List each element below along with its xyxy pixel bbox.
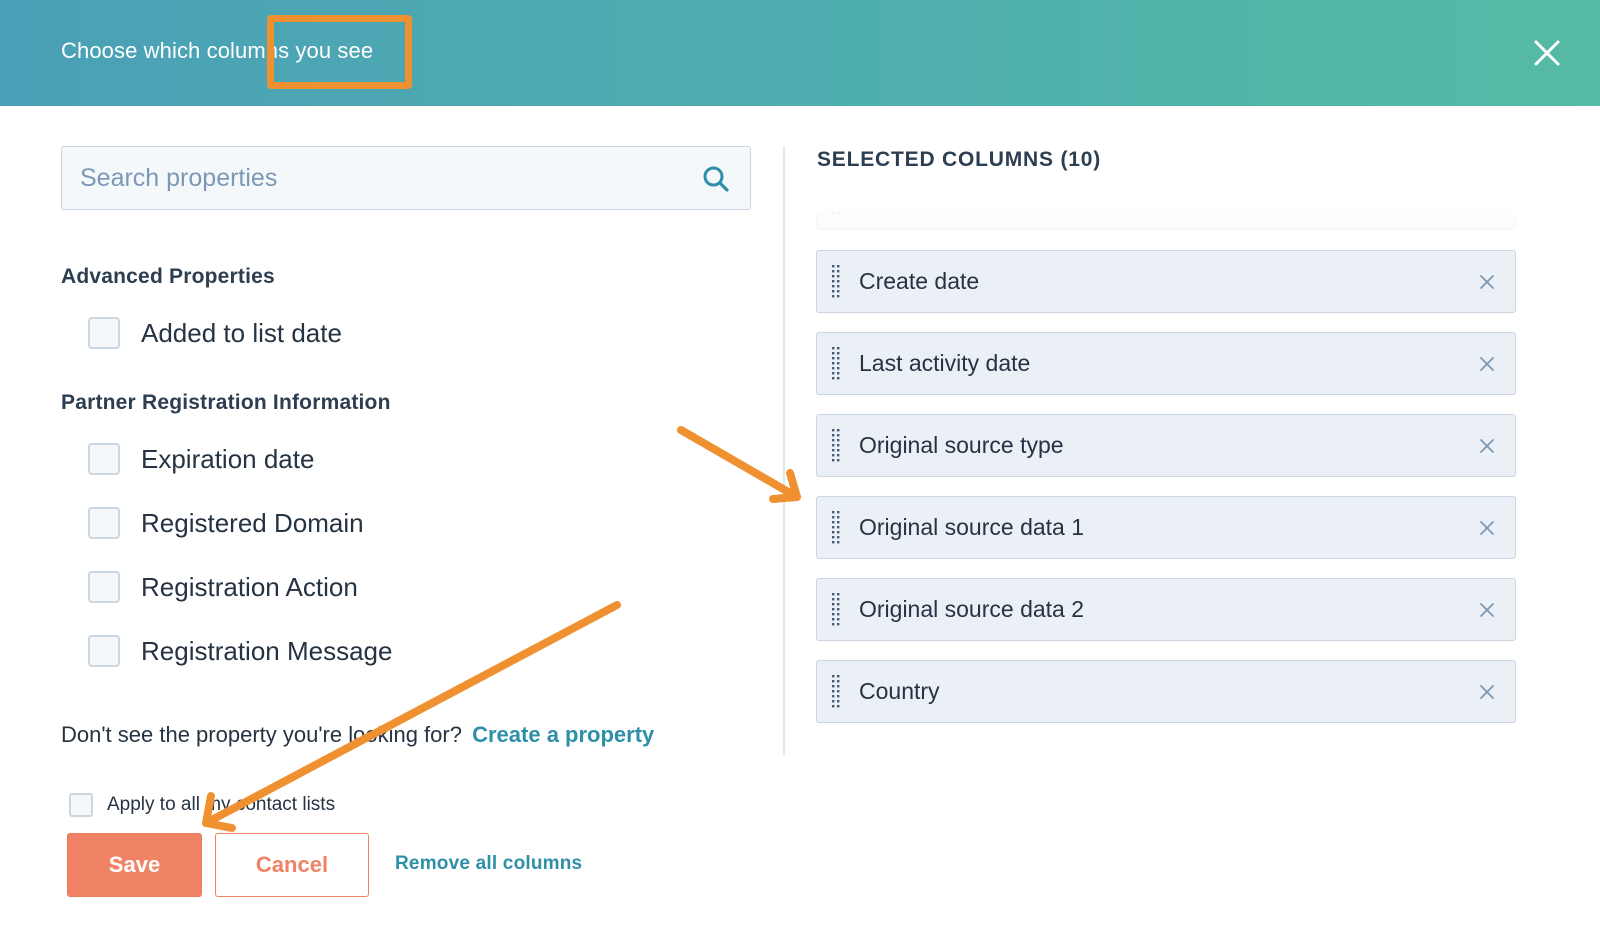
drag-handle-icon[interactable] — [831, 674, 841, 710]
property-label: Registered Domain — [141, 507, 364, 538]
checkbox[interactable] — [88, 317, 120, 349]
group-title-advanced-properties: Advanced Properties — [61, 265, 275, 288]
checkbox[interactable] — [88, 507, 120, 539]
save-button[interactable]: Save — [67, 833, 202, 897]
drag-handle-icon[interactable] — [831, 264, 841, 300]
column-label: Original source data 1 — [859, 514, 1085, 540]
group-title-partner-registration: Partner Registration Information — [61, 391, 391, 414]
drag-handle-icon[interactable] — [831, 510, 841, 546]
property-label: Expiration date — [141, 443, 315, 474]
annotation-arrow-right — [677, 426, 801, 503]
remove-column-icon[interactable] — [1479, 356, 1495, 372]
cancel-button[interactable]: Cancel — [215, 833, 369, 897]
selected-column-item[interactable]: Create date — [816, 250, 1516, 313]
selected-column-item[interactable]: Original source data 2 — [816, 578, 1516, 641]
column-label: Create date — [859, 268, 980, 294]
selected-columns-list[interactable]: Create date Last activity date Original … — [816, 212, 1536, 752]
selected-column-item[interactable]: Original source data 1 — [816, 496, 1516, 559]
property-option[interactable]: Registration Message — [88, 633, 392, 669]
property-label: Registration Action — [141, 571, 358, 602]
remove-column-icon[interactable] — [1479, 520, 1495, 536]
checkbox[interactable] — [88, 635, 120, 667]
remove-all-columns-button[interactable]: Remove all columns — [395, 853, 582, 875]
column-label: Original source data 2 — [859, 596, 1085, 622]
apply-all-lists-option[interactable]: Apply to all my contact lists — [69, 793, 335, 817]
column-label: Last activity date — [859, 350, 1031, 376]
remove-column-icon[interactable] — [1479, 438, 1495, 454]
property-option[interactable]: Expiration date — [88, 441, 314, 477]
dialog-header: Choose which columns you see — [0, 0, 1600, 106]
drag-handle-icon[interactable] — [831, 346, 841, 382]
selected-column-item[interactable]: Last activity date — [816, 332, 1516, 395]
property-option[interactable]: Added to list date — [88, 315, 342, 351]
close-icon — [1534, 40, 1560, 66]
help-text-label: Don't see the property you're looking fo… — [61, 722, 462, 747]
property-label: Added to list date — [141, 317, 342, 348]
create-property-link[interactable]: Create a property — [472, 722, 654, 747]
drag-handle-icon[interactable] — [831, 212, 841, 217]
property-option[interactable]: Registered Domain — [88, 505, 364, 541]
checkbox[interactable] — [88, 571, 120, 603]
panel-divider — [783, 146, 785, 756]
dialog-title: Choose which columns you see — [61, 38, 374, 63]
column-label: Original source type — [859, 432, 1064, 458]
search-icon[interactable] — [702, 165, 730, 193]
selected-column-item[interactable]: Original source type — [816, 414, 1516, 477]
remove-column-icon[interactable] — [1479, 602, 1495, 618]
drag-handle-icon[interactable] — [831, 592, 841, 628]
apply-all-label: Apply to all my contact lists — [107, 794, 336, 815]
property-option[interactable]: Registration Action — [88, 569, 358, 605]
search-box — [61, 146, 751, 210]
selected-column-item-partial[interactable] — [816, 212, 1516, 230]
column-label: Country — [859, 678, 940, 704]
drag-handle-icon[interactable] — [831, 428, 841, 464]
search-input[interactable] — [62, 147, 682, 209]
help-text: Don't see the property you're looking fo… — [61, 722, 654, 748]
selected-columns-title: SELECTED COLUMNS (10) — [817, 148, 1101, 171]
remove-column-icon[interactable] — [1479, 274, 1495, 290]
close-button[interactable] — [1533, 39, 1561, 67]
property-label: Registration Message — [141, 635, 393, 666]
remove-column-icon[interactable] — [1479, 684, 1495, 700]
checkbox[interactable] — [88, 443, 120, 475]
apply-all-checkbox[interactable] — [69, 793, 93, 817]
selected-column-item[interactable]: Country — [816, 660, 1516, 723]
